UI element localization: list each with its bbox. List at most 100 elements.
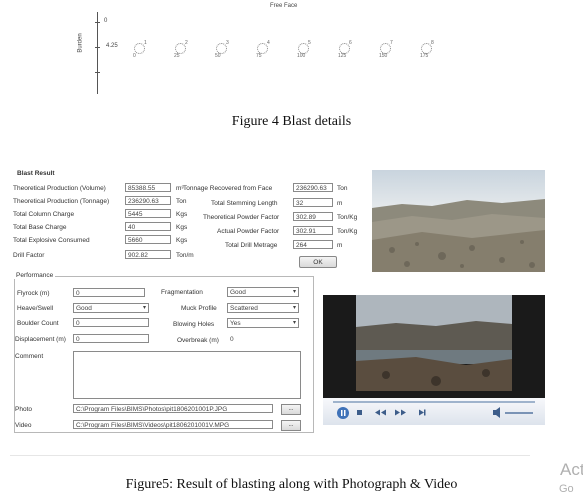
unit-label: Kgs xyxy=(176,211,188,218)
muck-profile-label: Muck Profile xyxy=(181,305,217,312)
y-axis-line xyxy=(97,12,98,94)
y-tick-mark xyxy=(95,22,100,23)
field-label: Theoretical Powder Factor xyxy=(203,214,280,221)
fragmentation-label: Fragmentation xyxy=(161,289,203,296)
fast-forward-icon xyxy=(395,409,406,416)
photo-illustration xyxy=(372,170,545,272)
hole-number: 5 xyxy=(308,40,311,46)
y-axis-label: Burden xyxy=(77,33,84,53)
hole-number: 3 xyxy=(226,40,229,46)
blast-site-photo xyxy=(372,170,545,272)
column-charge-field[interactable]: 5445 xyxy=(125,209,171,218)
divider xyxy=(10,455,530,456)
y-tick-mark xyxy=(95,47,100,48)
blowing-holes-value: Yes xyxy=(230,320,241,327)
field-label: Theoretical Production (Volume) xyxy=(13,185,106,192)
stop-icon xyxy=(357,410,362,415)
theoretical-powder-factor-field[interactable]: 302.89 xyxy=(293,212,333,221)
free-face-label: Free Face xyxy=(270,3,298,9)
video-label: Video xyxy=(15,422,32,429)
photo-label: Photo xyxy=(15,406,32,413)
activation-watermark: Act xyxy=(560,460,583,479)
heave-select[interactable]: Good ▾ xyxy=(73,303,149,313)
blowing-holes-select[interactable]: Yes ▾ xyxy=(227,318,299,328)
unit-label: Kgs xyxy=(176,237,188,244)
y-tick-label: 4.25 xyxy=(106,43,118,49)
field-label: Total Stemming Length xyxy=(211,200,278,207)
explosive-consumed-field[interactable]: 5660 xyxy=(125,235,171,244)
volume-slider xyxy=(505,412,533,414)
flyrock-field[interactable]: 0 xyxy=(73,288,145,297)
next-icon xyxy=(419,409,424,416)
activation-watermark-sub: Go xyxy=(559,483,574,495)
comment-textarea[interactable] xyxy=(73,351,301,399)
heave-value: Good xyxy=(76,305,92,312)
field-label: Total Explosive Consumed xyxy=(13,237,90,244)
field-label: Actual Powder Factor xyxy=(217,228,280,235)
production-tonnage-field[interactable]: 236290.63 xyxy=(125,196,171,205)
comment-label: Comment xyxy=(15,353,44,360)
production-volume-field[interactable]: 85388.55 xyxy=(125,183,171,192)
heave-label: Heave/Swell xyxy=(17,305,54,312)
unit-label: Ton xyxy=(337,185,348,192)
hole-delay: 150 xyxy=(379,53,388,59)
performance-legend: Performance xyxy=(14,272,56,279)
displacement-label: Displacement (m) xyxy=(15,336,66,343)
field-label: Theoretical Production (Tonnage) xyxy=(13,198,110,205)
volume-icon xyxy=(493,407,500,418)
hole-delay: 75 xyxy=(256,53,262,59)
muck-profile-select[interactable]: Scattered ▾ xyxy=(227,303,299,313)
hole-number: 6 xyxy=(349,40,352,46)
hole-number: 1 xyxy=(144,40,147,46)
video-controls-bar xyxy=(323,398,545,425)
form-title: Blast Result xyxy=(17,170,55,177)
hole-delay: 100 xyxy=(297,53,306,59)
tonnage-recovered-field[interactable]: 236290.63 xyxy=(293,183,333,192)
ok-button[interactable]: OK xyxy=(299,256,337,268)
boulder-count-field[interactable]: 0 xyxy=(73,318,149,327)
hole-number: 2 xyxy=(185,40,188,46)
field-label: Total Column Charge xyxy=(13,211,75,218)
photo-path-field[interactable]: C:\Program Files\BIMS\Photos\pit18062010… xyxy=(73,404,273,413)
unit-label: Kgs xyxy=(176,224,188,231)
overbreak-field[interactable]: 0 xyxy=(227,334,299,343)
field-label: Total Drill Metrage xyxy=(225,242,278,249)
video-path-field[interactable]: C:\Program Files\BIMS\Videos\pit18062010… xyxy=(73,420,273,429)
chevron-down-icon: ▾ xyxy=(292,320,296,326)
base-charge-field[interactable]: 40 xyxy=(125,222,171,231)
field-label: Total Base Charge xyxy=(13,224,67,231)
hole-number: 7 xyxy=(390,40,393,46)
chevron-down-icon: ▾ xyxy=(292,305,296,311)
overbreak-label: Overbreak (m) xyxy=(177,337,219,344)
field-label: Drill Factor xyxy=(13,252,45,259)
flyrock-label: Flyrock (m) xyxy=(17,290,50,297)
fragmentation-value: Good xyxy=(230,289,246,296)
rewind-icon xyxy=(375,409,386,416)
video-browse-button[interactable]: ... xyxy=(281,420,301,431)
displacement-field[interactable]: 0 xyxy=(73,334,149,343)
blowing-holes-label: Blowing Holes xyxy=(173,321,215,328)
unit-label: Ton/Kg xyxy=(337,214,358,221)
unit-label: Ton xyxy=(176,198,187,205)
chevron-down-icon: ▾ xyxy=(292,289,296,295)
figure-5-caption: Figure5: Result of blasting along with P… xyxy=(125,477,458,492)
hole-delay: 25 xyxy=(174,53,180,59)
chevron-down-icon: ▾ xyxy=(142,305,146,311)
video-frame xyxy=(356,295,512,391)
unit-label: m xyxy=(337,242,343,249)
photo-browse-button[interactable]: ... xyxy=(281,404,301,415)
unit-label: Ton/m xyxy=(176,252,194,259)
stemming-length-field[interactable]: 32 xyxy=(293,198,333,207)
unit-label: m xyxy=(337,200,343,207)
drill-metrage-field[interactable]: 264 xyxy=(293,240,333,249)
hole-delay: 0 xyxy=(133,53,136,59)
hole-delay: 50 xyxy=(215,53,221,59)
play-pause-icon xyxy=(337,407,349,419)
boulder-count-label: Boulder Count xyxy=(17,320,59,327)
unit-label: Ton/Kg xyxy=(337,228,358,235)
y-tick-mark xyxy=(95,72,100,73)
drill-factor-field[interactable]: 902.82 xyxy=(125,250,171,259)
y-tick-label: 0 xyxy=(104,18,108,24)
fragmentation-select[interactable]: Good ▾ xyxy=(227,287,299,297)
actual-powder-factor-field[interactable]: 302.91 xyxy=(293,226,333,235)
